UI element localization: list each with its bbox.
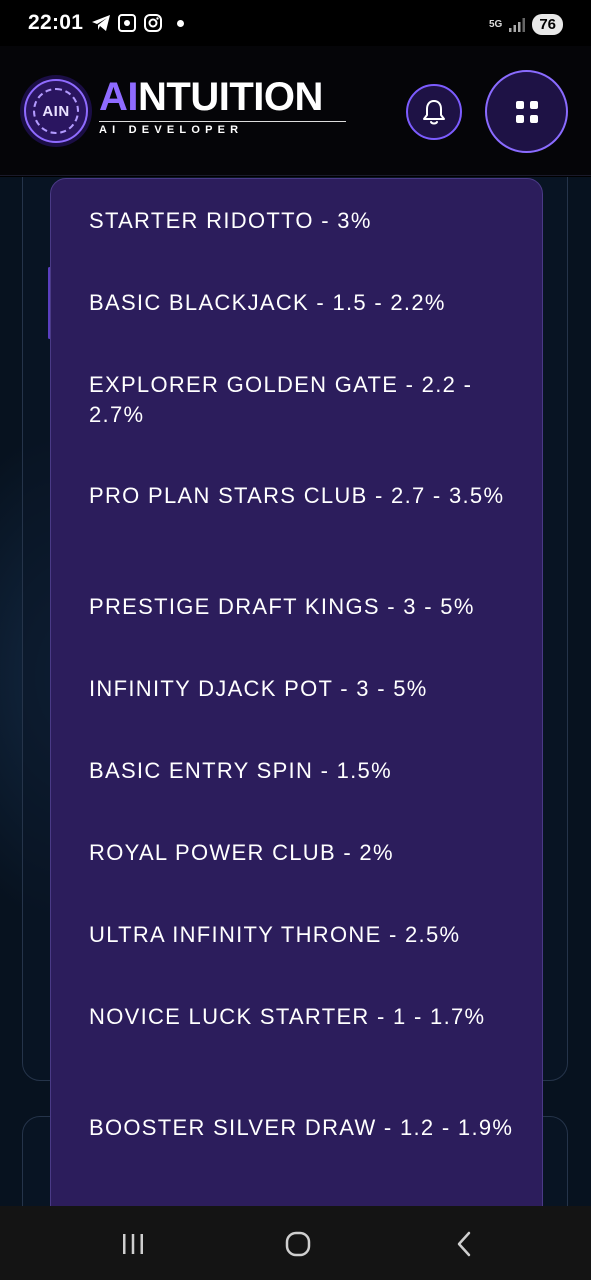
dropdown-option[interactable]: BOOSTER SILVER DRAW - 1.2 - 1.9% — [89, 1113, 519, 1143]
screen-record-icon — [118, 14, 137, 32]
dropdown-option[interactable]: STARTER RIDOTTO - 3% — [89, 206, 519, 236]
dropdown-option[interactable]: INFINITY DJACK POT - 3 - 5% — [89, 674, 519, 704]
status-notification-icons — [91, 13, 185, 33]
dropdown-option[interactable]: BASIC ENTRY SPIN - 1.5% — [89, 756, 519, 786]
status-bar: 22:01 5G 76 — [0, 0, 591, 46]
back-icon — [457, 1231, 471, 1257]
app-header: AIN AINTUITION AI DEVELOPER — [0, 46, 591, 176]
logo-subtitle: AI DEVELOPER — [99, 121, 346, 136]
logo-wordmark[interactable]: AINTUITION — [99, 74, 323, 120]
home-icon — [285, 1231, 311, 1257]
grid-menu-icon — [515, 100, 538, 123]
telegram-icon — [92, 15, 111, 31]
dropdown-option[interactable]: ROYAL POWER CLUB - 2% — [89, 838, 519, 868]
notifications-button[interactable] — [406, 84, 462, 140]
recent-apps-icon — [123, 1234, 143, 1254]
signal-icon — [509, 17, 526, 32]
notification-dot — [177, 19, 185, 27]
instagram-icon — [144, 14, 163, 32]
dropdown-option[interactable]: EXPLORER GOLDEN GATE - 2.2 - 2.7% — [89, 370, 519, 430]
logo-accent-text: AI — [99, 75, 139, 119]
network-type: 5G — [488, 18, 503, 30]
home-button[interactable] — [278, 1228, 318, 1260]
dropdown-option[interactable]: BASIC BLACKJACK - 1.5 - 2.2% — [89, 288, 519, 318]
status-time: 22:01 — [28, 11, 84, 34]
menu-button[interactable] — [485, 70, 568, 153]
dropdown-option[interactable]: ULTRA INFINITY THRONE - 2.5% — [89, 920, 519, 950]
logo-badge[interactable]: AIN — [24, 79, 88, 143]
back-button[interactable] — [444, 1228, 484, 1260]
recent-apps-button[interactable] — [113, 1228, 153, 1260]
logo-badge-text: AIN — [33, 88, 79, 134]
status-system-icons: 5G 76 — [489, 14, 563, 35]
plan-dropdown-list[interactable]: STARTER RIDOTTO - 3% BASIC BLACKJACK - 1… — [50, 178, 543, 1238]
system-nav-bar — [0, 1206, 591, 1280]
logo-main-text: NTUITION — [138, 75, 323, 119]
dropdown-option[interactable]: PRO PLAN STARS CLUB - 2.7 - 3.5% — [89, 481, 519, 511]
dropdown-option[interactable]: NOVICE LUCK STARTER - 1 - 1.7% — [89, 1002, 519, 1032]
battery-indicator: 76 — [532, 14, 563, 35]
dropdown-option[interactable]: PRESTIGE DRAFT KINGS - 3 - 5% — [89, 592, 519, 622]
bell-icon — [423, 100, 445, 125]
